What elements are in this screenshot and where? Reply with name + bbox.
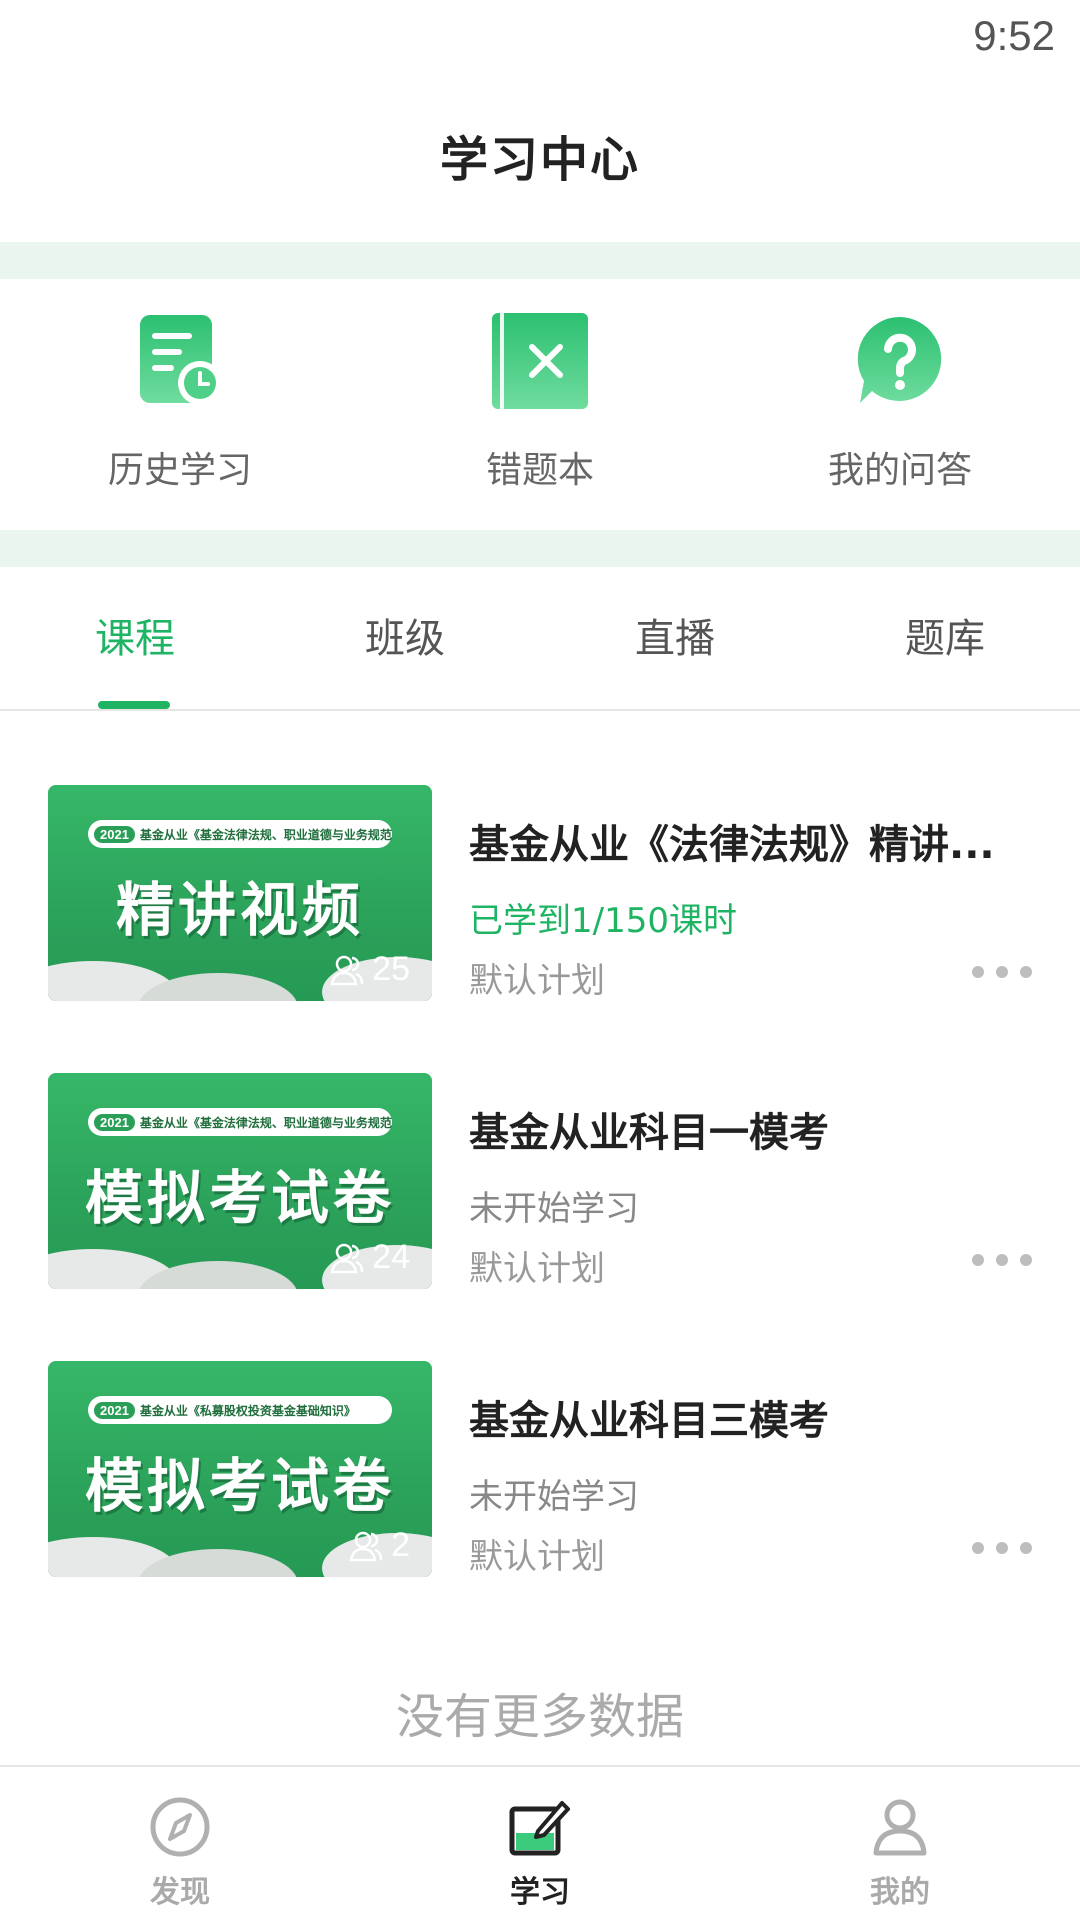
bottom-nav: 发现 学习 我的 bbox=[0, 1765, 1080, 1920]
thumb-subtitle: 基金从业《基金法律法规、职业道德与业务规范》 bbox=[139, 1115, 392, 1130]
study-icon bbox=[509, 1801, 570, 1856]
nav-profile[interactable]: 我的 bbox=[720, 1767, 1080, 1920]
student-count-value: 24 bbox=[372, 1238, 410, 1276]
thumb-year: 2021 bbox=[94, 1113, 135, 1131]
tab-label: 直播 bbox=[635, 616, 715, 662]
nav-study[interactable]: 学习 bbox=[360, 1767, 720, 1920]
thumb-subtitle: 基金从业《私募股权投资基金基础知识》 bbox=[139, 1403, 356, 1418]
thumb-subtitle-pill: 2021 基金从业《私募股权投资基金基础知识》 bbox=[88, 1396, 392, 1424]
quick-link-label: 历史学习 bbox=[107, 450, 252, 491]
course-plan: 默认计划 bbox=[469, 961, 605, 1001]
course-progress: 未开始学习 bbox=[469, 1189, 639, 1229]
student-count: 2 bbox=[349, 1526, 410, 1565]
nav-label: 发现 bbox=[150, 1875, 210, 1910]
divider-band bbox=[0, 242, 1080, 279]
student-count-value: 2 bbox=[391, 1526, 410, 1564]
app-header: 学习中心 bbox=[0, 100, 1080, 220]
more-icon[interactable] bbox=[972, 1536, 1032, 1560]
tab-label: 班级 bbox=[365, 616, 445, 662]
course-progress: 未开始学习 bbox=[469, 1477, 639, 1517]
course-item[interactable]: 2021 基金从业《私募股权投资基金基础知识》 模拟考试卷 2 基金从业科目三模… bbox=[0, 1316, 1080, 1604]
course-item[interactable]: 2021 基金从业《基金法律法规、职业道德与业务规范》 模拟考试卷 24 基金从… bbox=[0, 1028, 1080, 1316]
course-title: 基金从业科目一模考 bbox=[469, 1110, 829, 1156]
quick-link-label: 我的问答 bbox=[827, 450, 972, 491]
more-icon[interactable] bbox=[972, 960, 1032, 984]
compass-icon bbox=[150, 1797, 210, 1857]
tab-bar: 课程 班级 直播 题库 bbox=[0, 567, 1080, 711]
course-title: 基金从业科目三模考 bbox=[469, 1398, 829, 1444]
nav-discover[interactable]: 发现 bbox=[0, 1767, 360, 1920]
student-count: 25 bbox=[330, 950, 410, 989]
quick-links: 历史学习 错题本 我的问答 bbox=[0, 279, 1080, 530]
course-progress: 已学到1/150课时 bbox=[469, 901, 737, 941]
tab-classes[interactable]: 班级 bbox=[270, 567, 540, 709]
tab-courses[interactable]: 课程 bbox=[0, 567, 270, 709]
nav-label: 我的 bbox=[870, 1875, 930, 1910]
tab-question-bank[interactable]: 题库 bbox=[810, 567, 1080, 709]
tab-indicator bbox=[98, 701, 170, 709]
thumb-year: 2021 bbox=[94, 825, 135, 843]
thumb-subtitle-pill: 2021 基金从业《基金法律法规、职业道德与业务规范》 bbox=[88, 1108, 392, 1136]
tab-label: 题库 bbox=[905, 616, 985, 662]
thumb-title: 模拟考试卷 bbox=[84, 1164, 395, 1232]
quick-link-history[interactable]: 历史学习 bbox=[0, 279, 360, 530]
student-count-value: 25 bbox=[372, 950, 410, 988]
wrong-book-icon bbox=[490, 311, 590, 411]
quick-link-wrong-book[interactable]: 错题本 bbox=[360, 279, 720, 530]
page-title: 学习中心 bbox=[439, 132, 640, 188]
people-icon bbox=[330, 955, 364, 985]
profile-icon bbox=[873, 1799, 927, 1856]
quick-link-label: 错题本 bbox=[485, 450, 594, 491]
more-icon[interactable] bbox=[972, 1248, 1032, 1272]
course-item[interactable]: 2021 基金从业《基金法律法规、职业道德与业务规范》 精讲视频 25 基金从业… bbox=[0, 740, 1080, 1028]
course-thumbnail: 2021 基金从业《基金法律法规、职业道德与业务规范》 精讲视频 25 bbox=[48, 785, 432, 1001]
course-thumbnail: 2021 基金从业《基金法律法规、职业道德与业务规范》 模拟考试卷 24 bbox=[48, 1073, 432, 1289]
nav-label: 学习 bbox=[510, 1875, 570, 1910]
status-bar: 9:52 bbox=[0, 0, 1080, 72]
people-icon bbox=[349, 1531, 383, 1561]
course-plan: 默认计划 bbox=[469, 1249, 605, 1289]
tab-label: 课程 bbox=[95, 616, 175, 662]
thumb-title: 模拟考试卷 bbox=[84, 1452, 395, 1520]
thumb-year: 2021 bbox=[94, 1401, 135, 1419]
student-count: 24 bbox=[330, 1238, 410, 1277]
course-plan: 默认计划 bbox=[469, 1537, 605, 1577]
course-title: 基金从业《法律法规》精讲... bbox=[469, 822, 995, 868]
quick-link-my-qa[interactable]: 我的问答 bbox=[720, 279, 1080, 530]
history-icon bbox=[130, 311, 230, 411]
thumb-subtitle-pill: 2021 基金从业《基金法律法规、职业道德与业务规范》 bbox=[88, 820, 392, 848]
list-footer: 没有更多数据 bbox=[395, 1689, 684, 1745]
course-list: 2021 基金从业《基金法律法规、职业道德与业务规范》 精讲视频 25 基金从业… bbox=[0, 740, 1080, 1604]
people-icon bbox=[330, 1243, 364, 1273]
course-thumbnail: 2021 基金从业《私募股权投资基金基础知识》 模拟考试卷 2 bbox=[48, 1361, 432, 1577]
divider-band bbox=[0, 530, 1080, 567]
thumb-subtitle: 基金从业《基金法律法规、职业道德与业务规范》 bbox=[139, 827, 392, 842]
tab-live[interactable]: 直播 bbox=[540, 567, 810, 709]
status-time: 9:52 bbox=[973, 12, 1055, 59]
question-icon bbox=[850, 311, 950, 411]
thumb-title: 精讲视频 bbox=[115, 876, 364, 944]
